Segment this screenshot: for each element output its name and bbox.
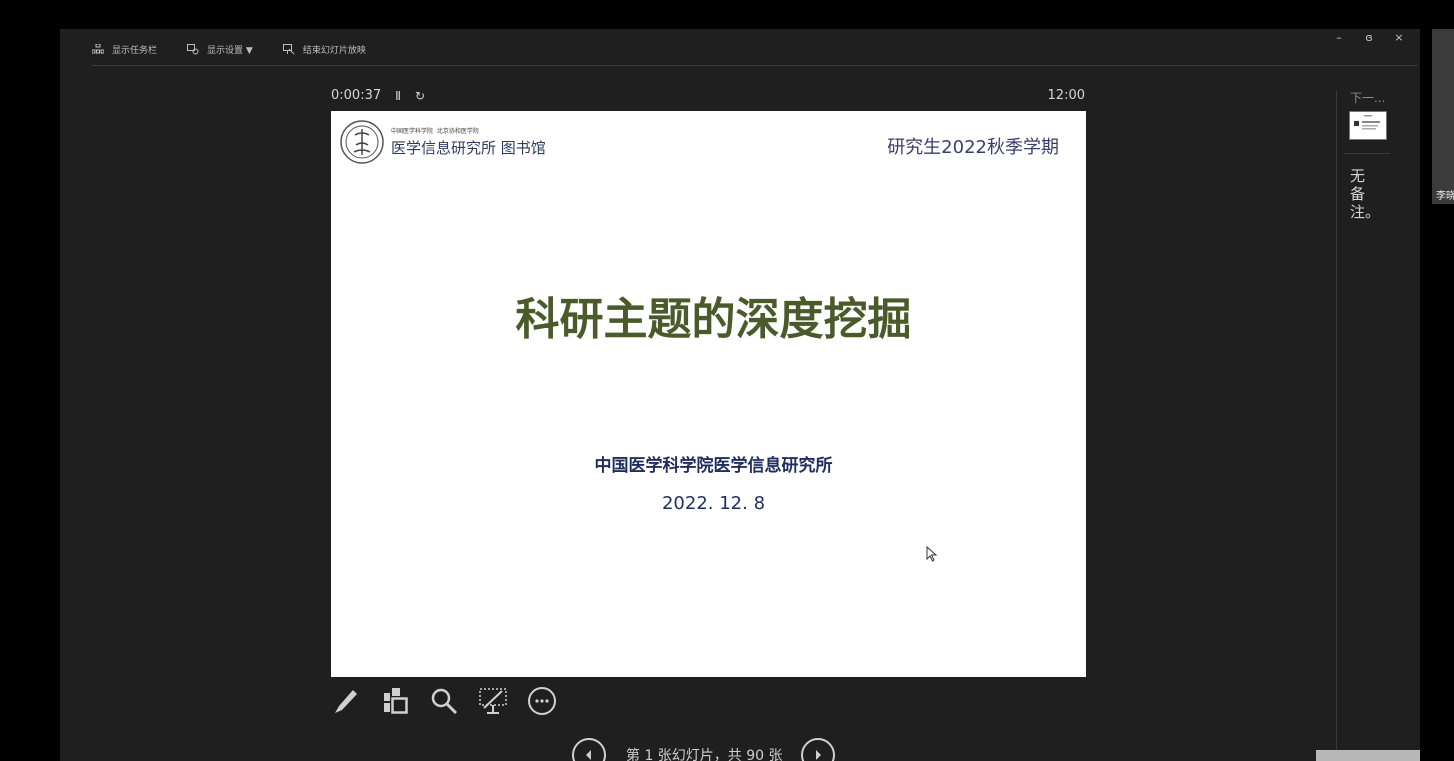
mouse-cursor-icon <box>926 546 938 562</box>
pen-icon <box>335 690 357 713</box>
display-settings-button[interactable]: 显示设置 ▼ <box>187 43 253 56</box>
next-slide-button[interactable] <box>800 738 835 761</box>
show-taskbar-label: 显示任务栏 <box>112 45 158 56</box>
display-settings-label: 显示设置 ▼ <box>207 45 253 56</box>
logo-subtitle: 中国医学科学院 北京协和医学院 <box>391 126 546 135</box>
screen-toggle-icon <box>479 688 507 714</box>
window-controls: – ɞ × <box>1324 31 1414 44</box>
slide-tools <box>331 685 576 717</box>
reset-timer-button[interactable]: ↻ <box>415 89 425 103</box>
slide-counter: 第 1 张幻灯片，共 90 张 <box>626 748 783 761</box>
slide-overview-button[interactable] <box>380 685 429 717</box>
taskbar-icon <box>92 44 104 54</box>
more-icon <box>528 687 556 715</box>
logo-subtitle-left: 中国医学科学院 <box>391 128 434 135</box>
black-screen-button[interactable] <box>478 685 527 717</box>
thumbnail-preview-icon <box>1354 115 1380 130</box>
show-taskbar-button[interactable]: 显示任务栏 <box>92 43 157 56</box>
slide-institute: 中国医学科学院医学信息研究所 <box>594 456 833 476</box>
previous-slide-button[interactable] <box>572 738 606 761</box>
elapsed-time: 0:00:37 <box>331 88 382 103</box>
slides-grid-icon <box>384 688 408 714</box>
participant-video-tile[interactable] <box>1432 29 1454 204</box>
end-slideshow-icon <box>282 43 295 54</box>
end-slideshow-button[interactable]: 结束幻灯片放映 <box>282 43 366 56</box>
institute-logo: 中国医学科学院 北京协和医学院 医学信息研究所 图书馆 <box>339 119 546 165</box>
slide-navigation: 第 1 张幻灯片，共 90 张 <box>572 738 835 761</box>
pen-tool-button[interactable] <box>331 685 380 717</box>
pause-timer-button[interactable]: Ⅱ <box>395 89 401 103</box>
notes-divider <box>1344 153 1390 154</box>
next-slide-label: 下一... <box>1350 91 1386 105</box>
logo-title: 医学信息研究所 图书馆 <box>391 139 546 157</box>
speaker-notes[interactable]: 无备注。 <box>1350 167 1380 221</box>
semester-label: 研究生2022秋季学期 <box>887 137 1059 158</box>
slideshow-timer: 0:00:37 Ⅱ ↻ <box>331 88 425 103</box>
close-button[interactable]: × <box>1384 31 1414 44</box>
next-slide-thumbnail[interactable] <box>1349 111 1387 140</box>
slide-title: 科研主题的深度挖掘 <box>515 294 912 345</box>
toolbar-divider <box>92 65 1418 66</box>
current-slide: 中国医学科学院 北京协和医学院 医学信息研究所 图书馆 研究生2022秋季学期 … <box>331 111 1086 677</box>
end-slideshow-label: 结束幻灯片放映 <box>302 45 366 56</box>
bottom-scroll-bar[interactable] <box>1316 750 1420 761</box>
slide-date: 2022. 12. 8 <box>661 493 766 514</box>
display-settings-icon <box>187 43 199 54</box>
previous-arrow-icon <box>586 750 591 760</box>
participant-name: 李晓 <box>1436 191 1454 202</box>
next-arrow-icon <box>815 750 821 760</box>
zoom-button[interactable] <box>429 685 478 717</box>
minimize-button[interactable]: – <box>1324 31 1354 44</box>
magnifier-icon <box>431 688 458 715</box>
logo-subtitle-right: 北京协和医学院 <box>436 128 479 135</box>
seal-icon <box>340 120 384 164</box>
presenter-view-window: 显示任务栏 显示设置 ▼ 结束幻灯片放映 – ɞ × 0:00:37 Ⅱ ↻ 1… <box>60 29 1420 761</box>
current-clock: 12:00 <box>1047 88 1085 103</box>
more-options-button[interactable] <box>527 685 576 717</box>
panel-divider <box>1336 91 1337 761</box>
restore-button[interactable]: ɞ <box>1354 31 1384 44</box>
presenter-toolbar: 显示任务栏 显示设置 ▼ 结束幻灯片放映 <box>92 39 396 59</box>
